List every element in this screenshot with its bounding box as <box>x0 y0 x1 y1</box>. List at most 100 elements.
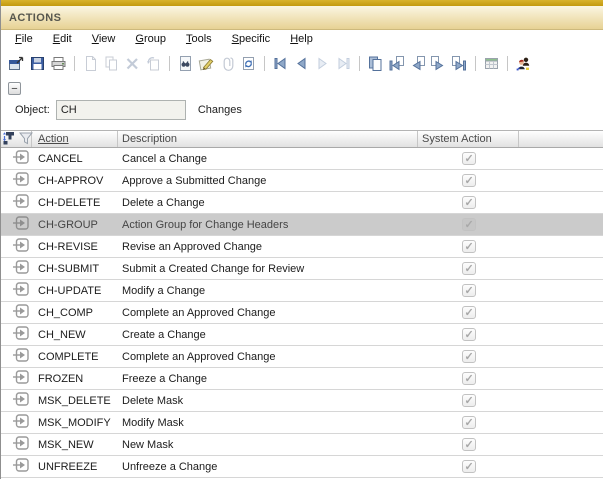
system-action-checkbox[interactable] <box>462 438 476 451</box>
action-cell: CH-APPROV <box>32 175 118 187</box>
object-row: Object: Changes <box>15 99 242 121</box>
table-row[interactable]: CH-DELETEDelete a Change <box>1 192 603 214</box>
drill-down-icon[interactable] <box>13 304 29 321</box>
sort-options-icon[interactable] <box>2 130 18 149</box>
menu-tools[interactable]: Tools <box>186 33 212 45</box>
grid-view-icon[interactable] <box>482 54 501 73</box>
table-row[interactable]: MSK_NEWNew Mask <box>1 434 603 456</box>
copy-record-icon[interactable] <box>102 54 121 73</box>
description-cell: Cancel a Change <box>118 153 418 165</box>
save-icon[interactable] <box>28 54 47 73</box>
column-header-system-action[interactable]: System Action <box>418 131 519 147</box>
menu-view[interactable]: View <box>92 33 116 45</box>
last-record-icon[interactable] <box>334 54 353 73</box>
system-action-checkbox[interactable] <box>462 196 476 209</box>
toolbar-separator <box>169 56 170 71</box>
find-icon[interactable] <box>176 54 195 73</box>
table-row[interactable]: CH-APPROVApprove a Submitted Change <box>1 170 603 192</box>
system-action-checkbox[interactable] <box>462 240 476 253</box>
edit-notes-icon[interactable] <box>197 54 216 73</box>
system-action-checkbox[interactable] <box>462 152 476 165</box>
table-header: Action Description System Action <box>1 130 603 148</box>
drill-down-icon[interactable] <box>13 370 29 387</box>
drill-down-icon[interactable] <box>13 348 29 365</box>
previous-record-set-icon[interactable] <box>408 54 427 73</box>
menu-file[interactable]: File <box>15 33 33 45</box>
drill-down-icon[interactable] <box>13 194 29 211</box>
table-row[interactable]: UNFREEZEUnfreeze a Change <box>1 456 603 478</box>
description-cell: Approve a Submitted Change <box>118 175 418 187</box>
table-row[interactable]: CH_NEWCreate a Change <box>1 324 603 346</box>
system-action-checkbox[interactable] <box>462 174 476 187</box>
drill-down-icon[interactable] <box>13 282 29 299</box>
next-record-icon[interactable] <box>313 54 332 73</box>
action-cell: MSK_MODIFY <box>32 417 118 429</box>
system-action-checkbox[interactable] <box>462 372 476 385</box>
action-cell: COMPLETE <box>32 351 118 363</box>
drill-down-icon[interactable] <box>13 260 29 277</box>
print-icon[interactable] <box>49 54 68 73</box>
table-row[interactable]: CH-REVISERevise an Approved Change <box>1 236 603 258</box>
toolbar-separator <box>475 56 476 71</box>
users-icon[interactable] <box>514 54 533 73</box>
drill-down-icon[interactable] <box>13 172 29 189</box>
undo-icon[interactable] <box>144 54 163 73</box>
new-record-icon[interactable] <box>81 54 100 73</box>
description-cell: Action Group for Change Headers <box>118 219 418 231</box>
object-input[interactable] <box>56 100 186 120</box>
action-cell: CH_COMP <box>32 307 118 319</box>
table-row-selected[interactable]: CH-GROUPAction Group for Change Headers <box>1 214 603 236</box>
table-row[interactable]: CANCELCancel a Change <box>1 148 603 170</box>
previous-record-icon[interactable] <box>292 54 311 73</box>
system-action-checkbox[interactable] <box>462 284 476 297</box>
menu-edit[interactable]: Edit <box>53 33 72 45</box>
collapse-panel-button[interactable]: − <box>8 82 21 95</box>
system-action-checkbox[interactable] <box>462 306 476 319</box>
drill-down-icon[interactable] <box>13 436 29 453</box>
first-record-set-icon[interactable] <box>387 54 406 73</box>
drill-down-icon[interactable] <box>13 238 29 255</box>
column-header-action[interactable]: Action <box>32 131 118 147</box>
detach-window-icon[interactable] <box>7 54 26 73</box>
system-action-checkbox[interactable] <box>462 394 476 407</box>
system-action-checkbox[interactable] <box>462 416 476 429</box>
menu-group[interactable]: Group <box>135 33 166 45</box>
duplicate-record-icon[interactable] <box>366 54 385 73</box>
drill-down-icon[interactable] <box>13 150 29 167</box>
first-record-icon[interactable] <box>271 54 290 73</box>
system-action-checkbox[interactable] <box>462 460 476 473</box>
table-row[interactable]: COMPLETEComplete an Approved Change <box>1 346 603 368</box>
system-action-checkbox[interactable] <box>462 328 476 341</box>
drill-down-icon[interactable] <box>13 216 29 233</box>
system-action-checkbox[interactable] <box>462 218 476 231</box>
system-action-checkbox[interactable] <box>462 350 476 363</box>
drill-down-icon[interactable] <box>13 326 29 343</box>
system-action-checkbox[interactable] <box>462 262 476 275</box>
description-cell: Unfreeze a Change <box>118 461 418 473</box>
drill-down-icon[interactable] <box>13 458 29 475</box>
object-description: Changes <box>198 104 242 116</box>
table-row[interactable]: MSK_DELETEDelete Mask <box>1 390 603 412</box>
menu-specific[interactable]: Specific <box>232 33 271 45</box>
action-cell: MSK_DELETE <box>32 395 118 407</box>
drill-down-icon[interactable] <box>13 414 29 431</box>
table-row[interactable]: CH-SUBMITSubmit a Created Change for Rev… <box>1 258 603 280</box>
last-record-set-icon[interactable] <box>450 54 469 73</box>
column-header-description[interactable]: Description <box>118 131 418 147</box>
next-record-set-icon[interactable] <box>429 54 448 73</box>
description-cell: Freeze a Change <box>118 373 418 385</box>
menu-help[interactable]: Help <box>290 33 313 45</box>
drill-down-icon[interactable] <box>13 392 29 409</box>
delete-record-icon[interactable] <box>123 54 142 73</box>
toolbar-separator <box>359 56 360 71</box>
column-header-filler <box>519 131 603 147</box>
table-row[interactable]: CH_COMPComplete an Approved Change <box>1 302 603 324</box>
table-row[interactable]: MSK_MODIFYModify Mask <box>1 412 603 434</box>
attachment-icon[interactable] <box>218 54 237 73</box>
description-cell: Modify Mask <box>118 417 418 429</box>
action-cell: FROZEN <box>32 373 118 385</box>
form-area: − Object: Changes <box>1 78 603 130</box>
refresh-icon[interactable] <box>239 54 258 73</box>
table-row[interactable]: CH-UPDATEModify a Change <box>1 280 603 302</box>
table-row[interactable]: FROZENFreeze a Change <box>1 368 603 390</box>
